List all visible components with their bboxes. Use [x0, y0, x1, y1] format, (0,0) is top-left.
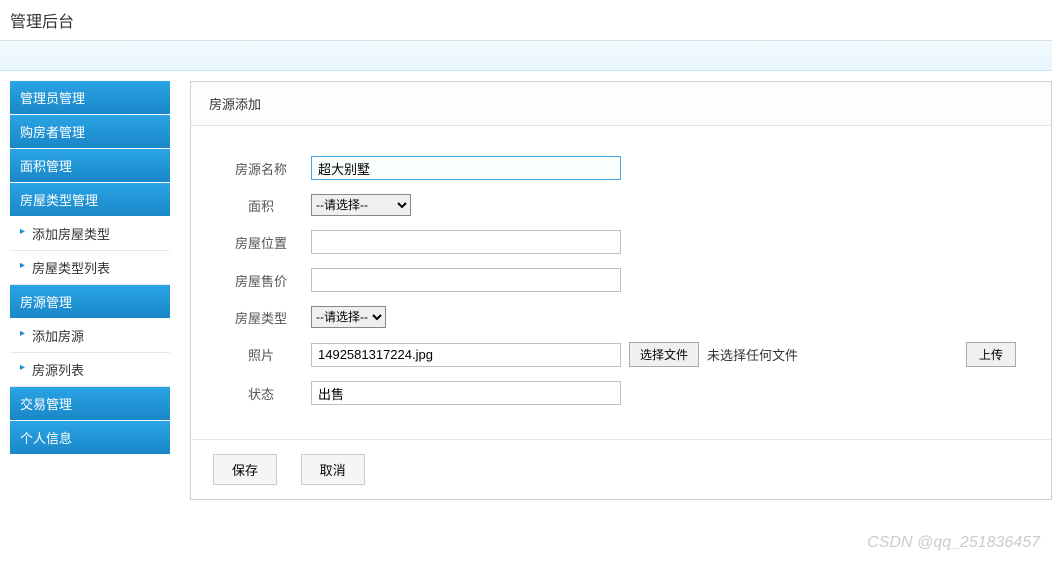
form: 房源名称 面积 --请选择-- 房屋位置 — [191, 126, 1051, 440]
sidebar: 管理员管理 购房者管理 面积管理 房屋类型管理 添加房屋类型 房屋类型列表 房源… — [10, 81, 170, 500]
label-price: 房屋售价 — [211, 271, 311, 290]
input-location[interactable] — [311, 230, 621, 254]
label-name: 房源名称 — [211, 159, 311, 178]
header-divider — [0, 41, 1052, 71]
input-name[interactable] — [311, 156, 621, 180]
select-area[interactable]: --请选择-- — [311, 194, 411, 216]
menu-profile[interactable]: 个人信息 — [10, 421, 170, 455]
main-panel: 房源添加 房源名称 面积 --请选择-- 房屋位置 — [190, 81, 1052, 500]
label-status: 状态 — [211, 384, 311, 403]
input-photo[interactable] — [311, 343, 621, 367]
select-type[interactable]: --请选择-- — [311, 306, 386, 328]
form-actions: 保存 取消 — [191, 440, 1051, 499]
cancel-button[interactable]: 取消 — [301, 454, 365, 485]
menu-transaction[interactable]: 交易管理 — [10, 387, 170, 421]
label-location: 房屋位置 — [211, 233, 311, 252]
page-header: 管理后台 — [0, 0, 1052, 41]
label-type: 房屋类型 — [211, 308, 311, 327]
input-price[interactable] — [311, 268, 621, 292]
menu-housing[interactable]: 房源管理 — [10, 285, 170, 319]
choose-file-button[interactable]: 选择文件 — [629, 342, 699, 367]
panel-title: 房源添加 — [191, 82, 1051, 126]
menu-admin[interactable]: 管理员管理 — [10, 81, 170, 115]
menu-housetype[interactable]: 房屋类型管理 — [10, 183, 170, 217]
menu-item-add-housing[interactable]: 添加房源 — [10, 319, 170, 353]
menu-buyer[interactable]: 购房者管理 — [10, 115, 170, 149]
menu-area[interactable]: 面积管理 — [10, 149, 170, 183]
page-title: 管理后台 — [10, 14, 74, 31]
menu-item-list-housetype[interactable]: 房屋类型列表 — [10, 251, 170, 285]
label-area: 面积 — [211, 196, 311, 215]
save-button[interactable]: 保存 — [213, 454, 277, 485]
label-photo: 照片 — [211, 345, 311, 364]
file-status: 未选择任何文件 — [707, 345, 798, 364]
watermark: CSDN @qq_251836457 — [867, 534, 1040, 552]
input-status[interactable] — [311, 381, 621, 405]
menu-item-add-housetype[interactable]: 添加房屋类型 — [10, 217, 170, 251]
upload-button[interactable]: 上传 — [966, 342, 1016, 367]
menu-item-list-housing[interactable]: 房源列表 — [10, 353, 170, 387]
